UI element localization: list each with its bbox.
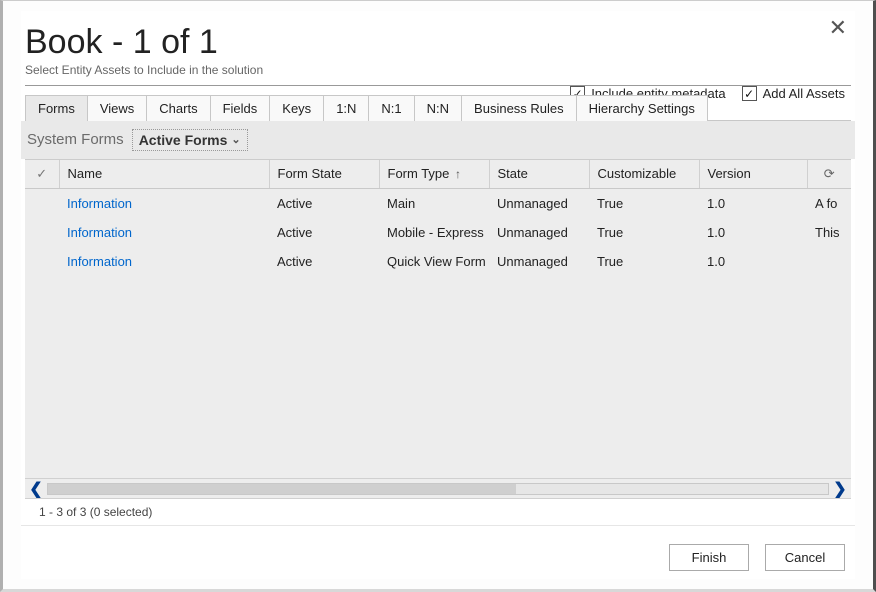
dialog-header: Book - 1 of 1 Select Entity Assets to In… [21, 11, 855, 85]
cell-state: Unmanaged [489, 247, 589, 276]
column-header-name[interactable]: Name [59, 160, 269, 189]
dialog-footer: Finish Cancel [21, 525, 855, 579]
close-icon[interactable]: ✕ [829, 17, 847, 39]
cell-version: 1.0 [699, 188, 807, 218]
checkbox-icon: ✓ [742, 86, 757, 101]
cell-form-type: Mobile - Express [379, 218, 489, 247]
horizontal-scrollbar[interactable]: ❮ ❯ [25, 478, 851, 498]
grid-table: ✓ Name Form State Form Type ↑ State Cust… [25, 160, 851, 276]
cancel-button[interactable]: Cancel [765, 544, 845, 571]
sort-ascending-icon: ↑ [455, 167, 461, 181]
form-name-link[interactable]: Information [67, 196, 132, 211]
form-name-link[interactable]: Information [67, 254, 132, 269]
view-subbar: System Forms Active Forms ⌄ [21, 121, 855, 159]
table-row[interactable]: Information ActiveMainUnmanagedTrue1.0A f… [25, 188, 851, 218]
finish-button[interactable]: Finish [669, 544, 749, 571]
cell-form-state: Active [269, 247, 379, 276]
tab-1-n[interactable]: 1:N [324, 95, 369, 121]
cell-description: This [807, 218, 851, 247]
cell-customizable: True [589, 247, 699, 276]
cell-customizable: True [589, 218, 699, 247]
tab-hierarchy-settings[interactable]: Hierarchy Settings [577, 95, 708, 121]
row-select-cell[interactable] [25, 218, 59, 247]
tab-fields[interactable]: Fields [211, 95, 271, 121]
table-row[interactable]: Information ActiveQuick View FormUnmanage… [25, 247, 851, 276]
cell-name: Information [59, 247, 269, 276]
cell-version: 1.0 [699, 218, 807, 247]
scrollbar-track[interactable] [47, 483, 829, 495]
dropdown-label: Active Forms [139, 132, 228, 148]
column-header-version[interactable]: Version [699, 160, 807, 189]
cell-customizable: True [589, 188, 699, 218]
page-title: Book - 1 of 1 [25, 25, 847, 61]
cell-form-state: Active [269, 218, 379, 247]
chevron-down-icon: ⌄ [231, 133, 240, 146]
scrollbar-thumb[interactable] [48, 484, 516, 494]
cell-version: 1.0 [699, 247, 807, 276]
tab-forms[interactable]: Forms [25, 95, 88, 121]
view-filter-dropdown[interactable]: Active Forms ⌄ [132, 129, 248, 151]
cell-form-type: Main [379, 188, 489, 218]
column-header-form-type[interactable]: Form Type ↑ [379, 160, 489, 189]
cell-description [807, 247, 851, 276]
add-all-assets-checkbox[interactable]: ✓ Add All Assets [742, 86, 845, 101]
cell-state: Unmanaged [489, 188, 589, 218]
tab-keys[interactable]: Keys [270, 95, 324, 121]
view-category-label: System Forms [27, 131, 124, 148]
cell-name: Information [59, 188, 269, 218]
cell-description: A fo [807, 188, 851, 218]
grid-status: 1 - 3 of 3 (0 selected) [25, 498, 851, 525]
cell-state: Unmanaged [489, 218, 589, 247]
tab-business-rules[interactable]: Business Rules [462, 95, 577, 121]
column-header-customizable[interactable]: Customizable [589, 160, 699, 189]
row-select-cell[interactable] [25, 247, 59, 276]
checkbox-label: Add All Assets [763, 86, 845, 101]
select-all-header[interactable]: ✓ [25, 160, 59, 189]
tab-n-n[interactable]: N:N [415, 95, 462, 121]
column-header-state[interactable]: State [489, 160, 589, 189]
cell-name: Information [59, 218, 269, 247]
form-name-link[interactable]: Information [67, 225, 132, 240]
column-header-form-state[interactable]: Form State [269, 160, 379, 189]
table-row[interactable]: Information ActiveMobile - ExpressUnmanag… [25, 218, 851, 247]
scroll-left-icon[interactable]: ❮ [25, 479, 47, 499]
cell-form-state: Active [269, 188, 379, 218]
scroll-right-icon[interactable]: ❯ [829, 479, 851, 499]
tab-n-1[interactable]: N:1 [369, 95, 414, 121]
dialog: ✕ Book - 1 of 1 Select Entity Assets to … [21, 11, 855, 579]
row-select-cell[interactable] [25, 188, 59, 218]
refresh-icon[interactable]: ⟳ [807, 160, 851, 189]
forms-grid: ✓ Name Form State Form Type ↑ State Cust… [25, 159, 851, 525]
cell-form-type: Quick View Form [379, 247, 489, 276]
page-subtitle: Select Entity Assets to Include in the s… [25, 63, 847, 77]
tab-views[interactable]: Views [88, 95, 147, 121]
tab-charts[interactable]: Charts [147, 95, 210, 121]
grid-header-row: ✓ Name Form State Form Type ↑ State Cust… [25, 160, 851, 189]
